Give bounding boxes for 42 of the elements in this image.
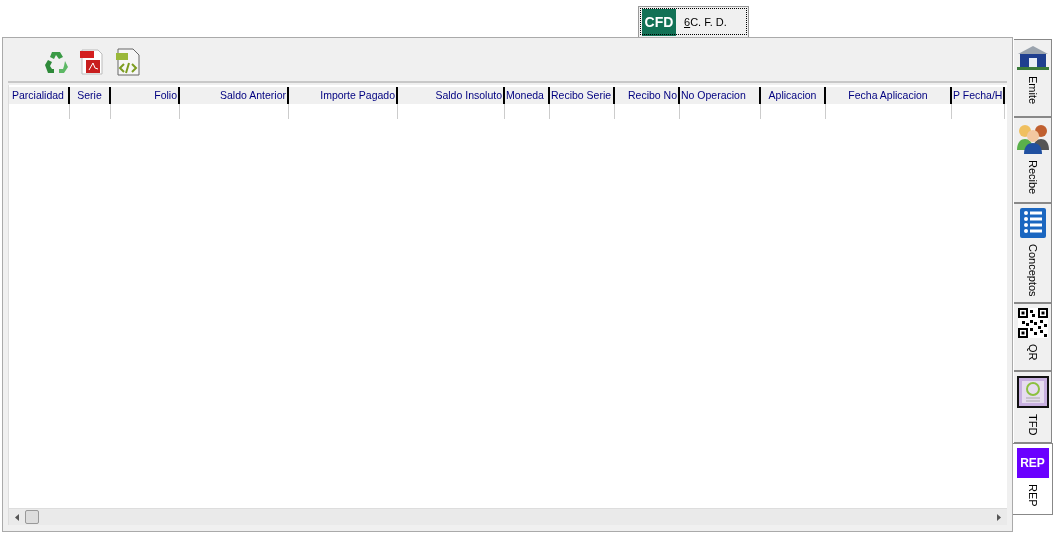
column-header[interactable]: No Operacion	[680, 87, 761, 104]
left-arrow-icon	[15, 513, 19, 521]
side-tab[interactable]: Recibe	[1014, 117, 1052, 203]
cfd-logo: CFD	[642, 8, 676, 36]
tab-label: TFD	[1026, 414, 1039, 436]
code-file-icon	[115, 47, 141, 76]
column-header[interactable]: Folio	[111, 87, 180, 104]
scroll-thumb[interactable]	[25, 510, 39, 524]
tab-label: QR	[1026, 344, 1039, 361]
column-header[interactable]: P Fecha/H	[952, 87, 1005, 104]
right-arrow-icon	[997, 513, 1001, 521]
xml-button[interactable]	[114, 47, 142, 76]
side-tab[interactable]: Emite	[1014, 39, 1052, 117]
column-header[interactable]: Importe Pagado	[289, 87, 398, 104]
tab-label: Conceptos	[1026, 244, 1039, 297]
column-header[interactable]: Recibo Serie	[550, 87, 615, 104]
column-header[interactable]: Aplicacion	[761, 87, 826, 104]
building-icon	[1016, 44, 1049, 70]
rep-logo: REP	[1016, 448, 1049, 478]
column-header[interactable]: Recibo No	[615, 87, 680, 104]
column-header[interactable]: Saldo Insoluto	[398, 87, 505, 104]
tab-label: 6C. F. D.	[684, 16, 727, 28]
side-tab[interactable]: Conceptos	[1014, 203, 1052, 303]
tab-label: Recibe	[1026, 160, 1039, 195]
side-tab[interactable]: REP REP	[1013, 443, 1053, 515]
horizontal-scrollbar[interactable]	[9, 508, 1007, 525]
tab-label: Emite	[1026, 76, 1039, 105]
people-icon	[1015, 122, 1050, 154]
pdf-icon	[80, 48, 104, 75]
column-header[interactable]: Fecha Aplicacion	[826, 87, 952, 104]
column-header[interactable]: Moneda	[505, 87, 550, 104]
list-icon	[1019, 208, 1046, 238]
column-header[interactable]: Saldo Anterior	[180, 87, 289, 104]
pdf-button[interactable]	[78, 47, 106, 76]
side-tab[interactable]: TFD	[1014, 371, 1052, 443]
stamp-icon	[1016, 376, 1049, 408]
cfd-tab[interactable]: CFD 6C. F. D.	[638, 6, 749, 37]
tab-label: REP	[1026, 484, 1039, 507]
side-tab[interactable]: QR	[1014, 303, 1052, 371]
column-header[interactable]: Serie	[70, 87, 111, 104]
column-header[interactable]: Parcialidad	[11, 87, 70, 104]
qr-code-icon	[1017, 308, 1048, 338]
